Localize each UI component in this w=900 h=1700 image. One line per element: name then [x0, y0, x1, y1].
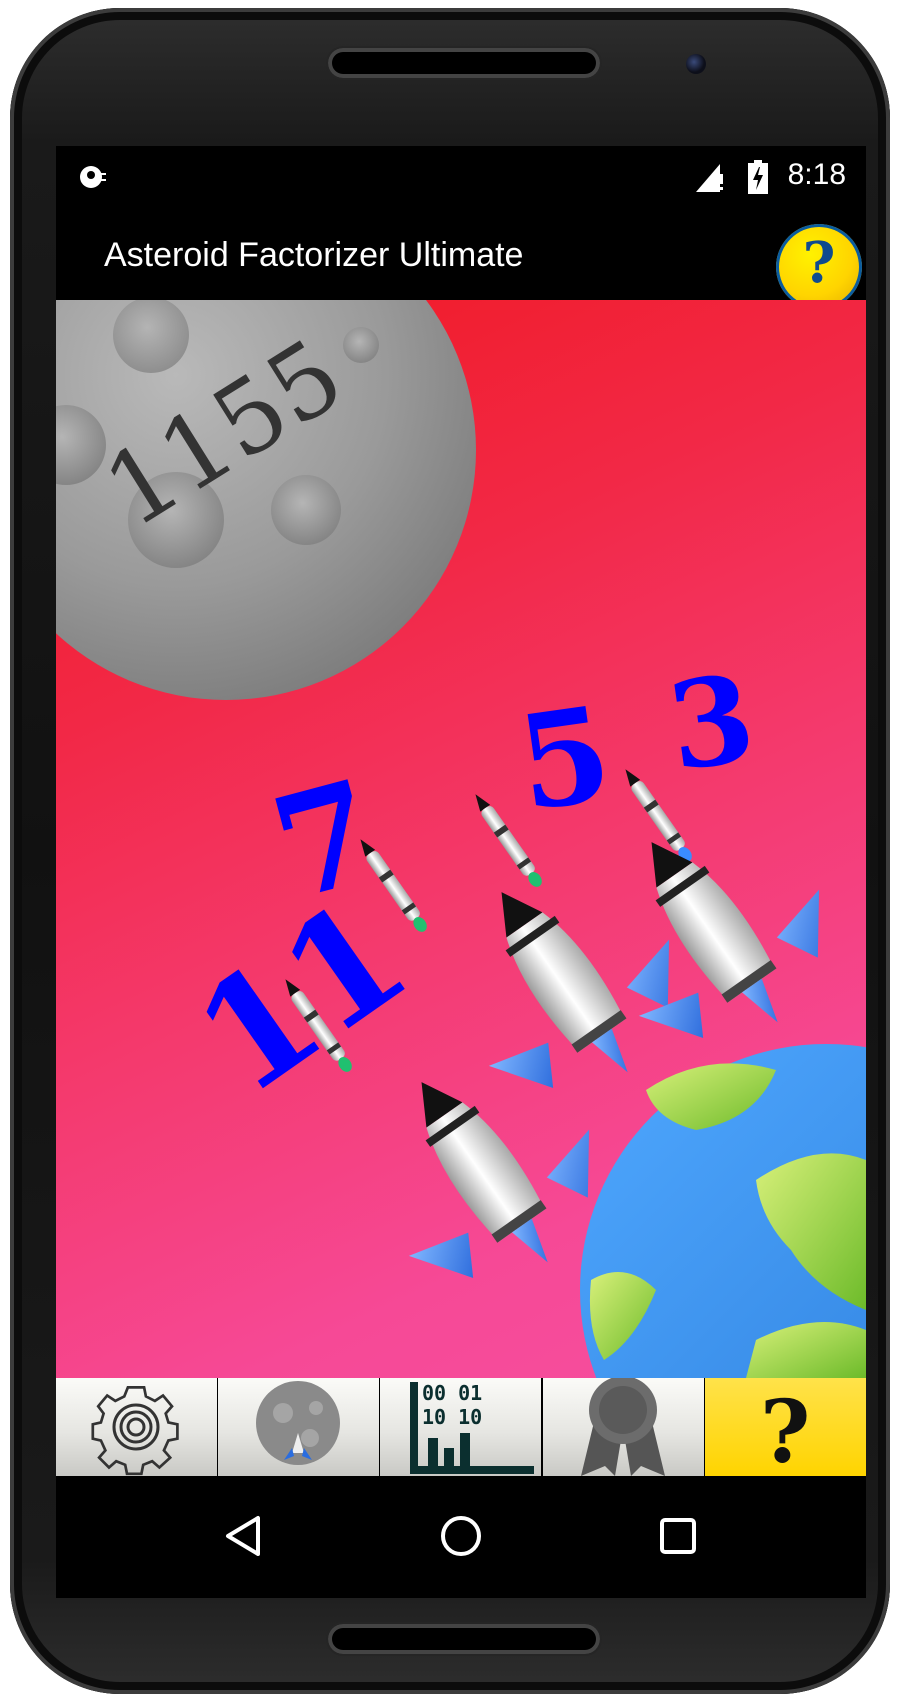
game-area[interactable]: 1155 11 7 5 3 — [56, 300, 866, 1378]
notification-app-icon — [80, 166, 106, 188]
status-bar: 8:18 — [56, 146, 866, 206]
front-camera — [686, 54, 706, 74]
factor-number: 5 — [509, 677, 620, 841]
award-ribbon-icon — [580, 1376, 665, 1476]
bottom-toolbar: 00 01 10 10 ? — [56, 1376, 866, 1483]
top-speaker — [328, 48, 600, 78]
binary-chart-icon: 00 01 10 10 — [410, 1381, 535, 1474]
app-bar: Asteroid Factorizer Ultimate ? — [56, 206, 866, 310]
achievements-button[interactable] — [542, 1376, 704, 1476]
signal-icon — [696, 164, 723, 192]
back-triangle-icon[interactable] — [214, 1506, 274, 1566]
help-icon: ? — [760, 1382, 811, 1483]
game-scene: 1155 11 7 5 3 — [56, 300, 866, 1378]
navigation-bar — [56, 1476, 866, 1598]
help-button[interactable]: ? — [776, 224, 862, 310]
statistics-button[interactable]: 00 01 10 10 — [380, 1378, 542, 1476]
recents-square-icon[interactable] — [648, 1506, 708, 1566]
home-circle-icon[interactable] — [431, 1506, 491, 1566]
phone-frame: 8:18 Asteroid Factorizer Ultimate ? 1155… — [10, 8, 890, 1694]
status-time: 8:18 — [787, 158, 846, 191]
battery-charging-icon — [748, 160, 768, 194]
play-game-button[interactable] — [218, 1378, 380, 1476]
settings-button[interactable] — [56, 1378, 217, 1476]
help-coin-icon: ? — [802, 230, 836, 296]
factor-number: 3 — [660, 647, 762, 798]
binary-text-top: 00 01 — [422, 1381, 482, 1405]
asteroid[interactable]: 1155 — [56, 300, 476, 700]
asteroid-game-icon — [256, 1381, 341, 1465]
bottom-speaker — [328, 1624, 600, 1654]
app-title: Asteroid Factorizer Ultimate — [104, 236, 524, 274]
screen: 8:18 Asteroid Factorizer Ultimate ? 1155… — [56, 146, 866, 1598]
help-toolbar-button[interactable]: ? — [704, 1378, 866, 1483]
binary-text-bottom: 10 10 — [422, 1405, 482, 1429]
factor-number: 7 — [257, 749, 394, 933]
earth — [580, 1044, 866, 1378]
gear-icon — [91, 1386, 179, 1476]
